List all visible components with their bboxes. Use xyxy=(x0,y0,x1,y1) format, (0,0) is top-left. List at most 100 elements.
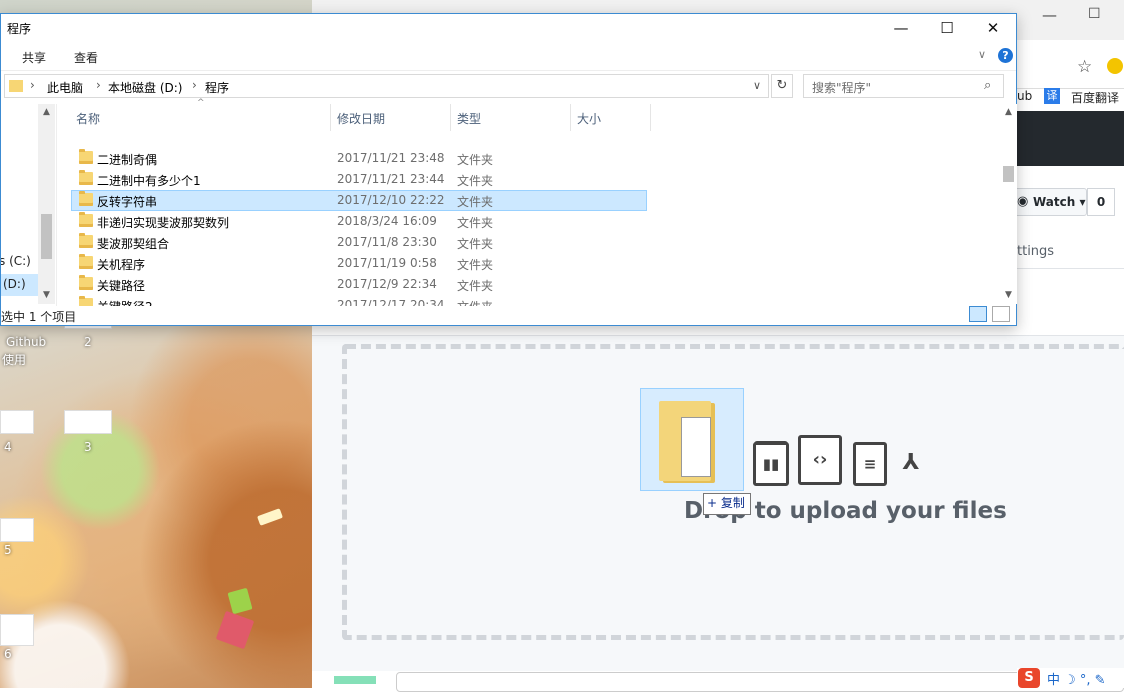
column-header-name[interactable]: 名称 xyxy=(76,110,100,127)
desktop-label: 4 xyxy=(4,440,12,454)
scroll-up-icon[interactable]: ▲ xyxy=(38,104,55,121)
breadcrumb-current[interactable]: 程序 xyxy=(205,79,229,96)
nav-scrollbar[interactable]: ▲ ▼ xyxy=(38,104,55,304)
file-type: 文件夹 xyxy=(457,195,494,209)
scroll-thumb[interactable] xyxy=(41,214,52,259)
wallpaper-decoration xyxy=(227,587,253,615)
search-input[interactable]: 搜索"程序" ⌕ xyxy=(803,74,1004,98)
minimize-button[interactable]: — xyxy=(878,14,924,42)
chevron-right-icon: › xyxy=(30,78,35,92)
title-bar[interactable]: 程序 — ☐ ✕ xyxy=(1,14,1016,42)
file-date: 2017/12/9 22:34 xyxy=(337,277,437,291)
watch-count[interactable]: 0 xyxy=(1087,188,1115,216)
file-name: 斐波那契组合 xyxy=(97,237,170,251)
sort-ascending-icon: ^ xyxy=(197,98,205,108)
file-name: 关键路径 xyxy=(97,279,146,293)
desktop-thumbnail[interactable] xyxy=(0,614,34,646)
ime-tray[interactable]: S 中 ☽ °, ✎ xyxy=(1017,668,1124,688)
ime-status: 中 ☽ °, ✎ xyxy=(1047,673,1106,688)
extension-icon[interactable] xyxy=(1107,58,1123,74)
bookmark-star-icon[interactable]: ☆ xyxy=(1077,57,1092,77)
address-row: › 此电脑 › 本地磁盘 (D:) › 程序 ∨ ↻ 搜索"程序" ⌕ xyxy=(1,74,1016,100)
chevron-right-icon[interactable]: › xyxy=(96,78,101,92)
translate-icon[interactable]: 译 xyxy=(1044,88,1060,104)
address-bar[interactable]: › 此电脑 › 本地磁盘 (D:) › 程序 ∨ xyxy=(4,74,769,98)
browser-maximize-button[interactable]: ☐ xyxy=(1088,6,1101,22)
history-dropdown-icon[interactable]: ∨ xyxy=(753,79,761,92)
file-date: 2017/11/21 23:44 xyxy=(337,172,445,186)
chevron-right-icon[interactable]: › xyxy=(192,78,197,92)
status-text: 选中 1 个项目 xyxy=(1,310,77,324)
file-date: 2017/11/8 23:30 xyxy=(337,235,437,249)
column-divider[interactable] xyxy=(650,104,651,131)
large-icons-view-icon[interactable] xyxy=(992,306,1010,322)
scroll-down-icon[interactable]: ▼ xyxy=(1000,287,1017,304)
breadcrumb-drive-d[interactable]: 本地磁盘 (D:) xyxy=(108,79,182,96)
column-divider[interactable] xyxy=(330,104,331,131)
translate-bookmark[interactable]: 百度翻译 xyxy=(1071,89,1119,106)
folder-icon xyxy=(79,254,93,269)
search-placeholder: 搜索"程序" xyxy=(812,81,872,95)
desktop-label: Github xyxy=(6,335,47,349)
desktop-thumbnail[interactable] xyxy=(0,518,34,542)
list-scrollbar[interactable]: ▲ ▼ xyxy=(1000,104,1017,304)
chevron-down-icon[interactable]: ∨ xyxy=(978,48,986,61)
file-date: 2017/11/19 0:58 xyxy=(337,256,437,270)
desktop-label: 6 xyxy=(4,647,12,661)
desktop-thumbnail[interactable] xyxy=(0,410,34,434)
tab-view[interactable]: 查看 xyxy=(74,49,98,66)
watch-label: Watch ▾ xyxy=(1033,195,1086,209)
bookmark-fragment[interactable]: ub xyxy=(1017,89,1032,103)
close-button[interactable]: ✕ xyxy=(970,14,1016,42)
file-type: 文件夹 xyxy=(457,216,494,230)
desktop-label: 2 xyxy=(84,335,92,349)
scroll-up-icon[interactable]: ▲ xyxy=(1000,104,1017,121)
file-row[interactable]: 关键路径 2017/12/9 22:34 文件夹 xyxy=(71,274,647,295)
column-header-date[interactable]: 修改日期 xyxy=(337,110,385,127)
file-row[interactable]: 二进制中有多少个1 2017/11/21 23:44 文件夹 xyxy=(71,169,647,190)
file-type: 文件夹 xyxy=(457,153,494,167)
commit-indicator xyxy=(334,676,376,684)
breadcrumb-this-pc[interactable]: 此电脑 xyxy=(47,79,83,96)
column-divider[interactable] xyxy=(450,104,451,131)
file-row-selected[interactable]: 反转字符串 2017/12/10 22:22 文件夹 xyxy=(71,190,647,211)
file-row[interactable]: 非递归实现斐波那契数列 2018/3/24 16:09 文件夹 xyxy=(71,211,647,232)
ribbon: 共享 查看 ∨ ? xyxy=(1,42,1016,71)
text-file-icon: ≡ xyxy=(853,442,887,486)
scroll-down-icon[interactable]: ▼ xyxy=(38,287,55,304)
scroll-thumb[interactable] xyxy=(1003,166,1014,182)
file-type: 文件夹 xyxy=(457,258,494,272)
file-row[interactable]: 关机程序 2017/11/19 0:58 文件夹 xyxy=(71,253,647,274)
column-header-type[interactable]: 类型 xyxy=(457,110,481,127)
tab-share[interactable]: 共享 xyxy=(22,49,46,66)
settings-tab[interactable]: ttings xyxy=(1017,244,1054,259)
commit-message-input[interactable] xyxy=(396,672,1124,692)
nav-item-drive-c[interactable]: s (C:) xyxy=(1,254,31,268)
file-row[interactable]: 二进制奇偶 2017/11/21 23:48 文件夹 xyxy=(71,148,647,169)
file-row[interactable]: 斐波那契组合 2017/11/8 23:30 文件夹 xyxy=(71,232,647,253)
file-name: 二进制中有多少个1 xyxy=(97,174,201,188)
desktop-label: 3 xyxy=(84,440,92,454)
search-icon: ⌕ xyxy=(984,78,992,93)
desktop-thumbnail[interactable] xyxy=(64,410,112,434)
details-view-icon[interactable] xyxy=(969,306,987,322)
explorer-window: 程序 — ☐ ✕ 共享 查看 ∨ ? › 此电脑 › 本地磁盘 (D:) › 程… xyxy=(0,13,1017,326)
file-name: 非递归实现斐波那契数列 xyxy=(97,216,230,230)
nav-item-drive-d[interactable]: (D:) xyxy=(3,277,26,291)
browser-minimize-button[interactable]: — xyxy=(1042,6,1057,24)
file-list: ^ 名称 修改日期 类型 大小 二进制奇偶 2017/11/21 23:48 文… xyxy=(71,98,1001,314)
folder-icon xyxy=(79,275,93,290)
folder-icon xyxy=(79,149,93,164)
refresh-icon[interactable]: ↻ xyxy=(771,74,793,98)
column-divider[interactable] xyxy=(570,104,571,131)
help-icon[interactable]: ? xyxy=(998,48,1013,63)
status-bar: 选中 1 个项目 xyxy=(1,306,1016,325)
file-name: 二进制奇偶 xyxy=(97,153,158,167)
pdf-file-icon: ⅄ xyxy=(902,450,920,475)
watch-button[interactable]: ◉ Watch ▾ xyxy=(1012,188,1087,216)
file-row[interactable]: 关键路径2 2017/12/17 20:34 文件夹 xyxy=(71,295,647,314)
maximize-button[interactable]: ☐ xyxy=(924,14,970,42)
column-header-size[interactable]: 大小 xyxy=(577,110,601,127)
folder-icon xyxy=(79,233,93,248)
drag-ghost xyxy=(640,388,744,491)
